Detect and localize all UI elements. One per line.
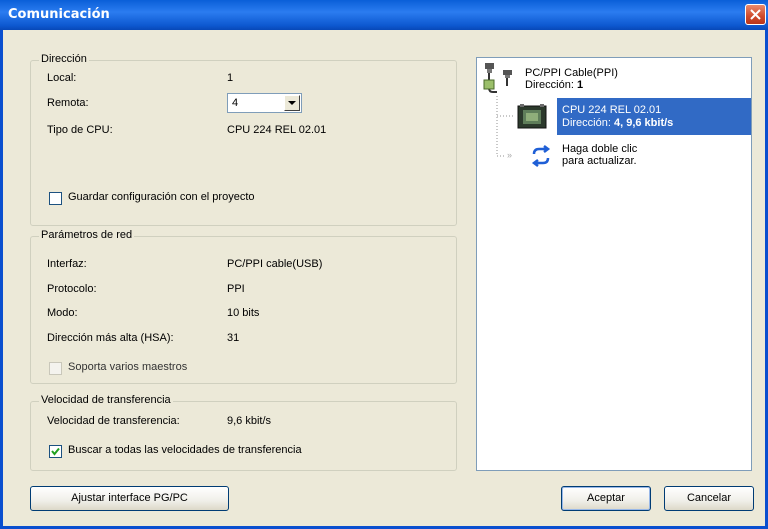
interfaz-value: PC/PPI cable(USB) — [227, 258, 323, 270]
buscar-label[interactable]: Buscar a todas las velocidades de transf… — [68, 444, 302, 456]
direccion-legend: Dirección — [39, 53, 89, 65]
tipo-cpu-value: CPU 224 REL 02.01 — [227, 124, 327, 136]
guardar-checkbox[interactable] — [49, 192, 62, 205]
local-value: 1 — [227, 72, 234, 84]
cpu-address: Dirección: 4, 9,6 kbit/s — [562, 117, 673, 129]
cpu-icon — [517, 104, 547, 129]
hsa-label: Dirección más alta (HSA): — [47, 332, 174, 344]
protocolo-value: PPI — [227, 283, 245, 295]
ajustar-interface-button[interactable]: Ajustar interface PG/PC — [30, 486, 229, 511]
tipo-cpu-label: Tipo de CPU: — [47, 124, 113, 136]
refresh-line-1: Haga doble clic — [562, 143, 638, 155]
cpu-name: CPU 224 REL 02.01 — [562, 104, 662, 116]
checkmark-icon — [51, 447, 60, 456]
velocidad-group: Velocidad de transferencia — [30, 394, 457, 471]
remota-label: Remota: — [47, 97, 89, 109]
cable-address-value: 1 — [576, 79, 584, 91]
hsa-value: 31 — [227, 332, 240, 344]
close-icon — [750, 9, 761, 20]
guardar-label[interactable]: Guardar configuración con el proyecto — [68, 191, 255, 203]
tree-node-refresh[interactable]: » Haga doble clic para actualizar. — [477, 140, 747, 172]
remota-select[interactable]: 4 — [227, 93, 302, 113]
dropdown-arrow-icon — [288, 101, 296, 105]
cable-icon — [483, 63, 512, 93]
velocidad-value: 9,6 kbit/s — [227, 415, 272, 427]
refresh-line-2: para actualizar. — [562, 155, 637, 167]
modo-value: 10 bits — [227, 307, 260, 319]
maestros-label[interactable]: Soporta varios maestros — [68, 361, 187, 373]
remota-dropdown-button[interactable] — [284, 95, 300, 111]
cable-address: Dirección: 1 — [525, 79, 583, 91]
arrow-hint-icon: » — [507, 150, 513, 160]
cable-address-prefix: Dirección: — [525, 79, 577, 91]
cpu-address-value: 4, 9,6 kbit/s — [613, 117, 674, 129]
velocidad-label: Velocidad de transferencia: — [47, 415, 180, 427]
cancelar-button[interactable]: Cancelar — [664, 486, 754, 511]
velocidad-legend: Velocidad de transferencia — [39, 394, 173, 406]
parametros-red-legend: Parámetros de red — [39, 229, 135, 241]
interfaz-label: Interfaz: — [47, 258, 87, 270]
tree-node-cable[interactable]: PC/PPI Cable(PPI) Dirección: 1 — [477, 58, 747, 94]
buscar-checkbox[interactable] — [49, 445, 62, 458]
aceptar-button[interactable]: Aceptar — [561, 486, 651, 511]
maestros-checkbox[interactable] — [49, 362, 62, 375]
close-button[interactable] — [745, 4, 766, 25]
window-title: Comunicación — [8, 7, 110, 22]
protocolo-label: Protocolo: — [47, 283, 97, 295]
tree-node-cpu[interactable]: CPU 224 REL 02.01 Dirección: 4, 9,6 kbit… — [477, 98, 751, 135]
refresh-icon — [531, 145, 551, 167]
cpu-address-prefix: Dirección: — [562, 117, 614, 129]
cpu-selection: CPU 224 REL 02.01 Dirección: 4, 9,6 kbit… — [557, 98, 751, 135]
title-bar[interactable]: Comunicación — [0, 0, 768, 30]
cable-name: PC/PPI Cable(PPI) — [525, 67, 618, 79]
local-label: Local: — [47, 72, 77, 84]
modo-label: Modo: — [47, 307, 78, 319]
remota-value: 4 — [232, 97, 239, 109]
network-tree[interactable]: PC/PPI Cable(PPI) Dirección: 1 CPU 224 R… — [476, 57, 752, 471]
window-frame-left — [0, 30, 3, 529]
